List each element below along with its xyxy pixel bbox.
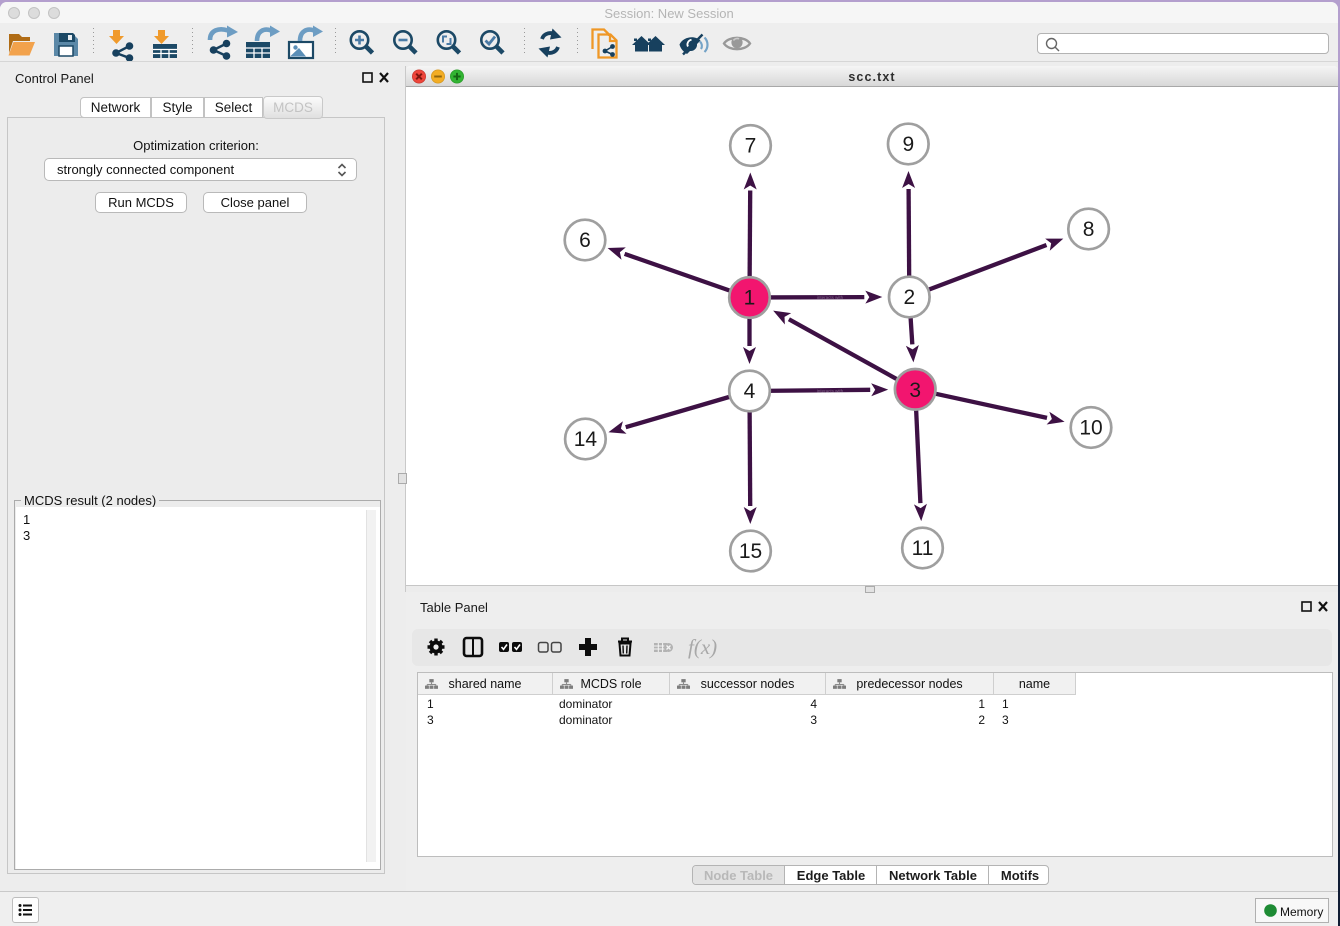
svg-text:11: 11 [912, 537, 934, 560]
svg-text:interacts with: interacts with [817, 389, 844, 394]
svg-text:10: 10 [1079, 417, 1102, 440]
svg-text:1: 1 [744, 287, 756, 310]
svg-text:8: 8 [1083, 218, 1095, 241]
svg-text:f(x): f(x) [688, 635, 717, 659]
svg-text:9: 9 [902, 133, 914, 156]
svg-text:15: 15 [739, 540, 762, 563]
svg-text:7: 7 [745, 135, 757, 158]
svg-text:14: 14 [574, 428, 598, 451]
svg-text:2: 2 [903, 286, 915, 309]
svg-text:3: 3 [909, 379, 921, 402]
svg-text:interacts with: interacts with [817, 295, 844, 300]
svg-text:4: 4 [744, 380, 756, 403]
svg-text:6: 6 [579, 229, 591, 252]
